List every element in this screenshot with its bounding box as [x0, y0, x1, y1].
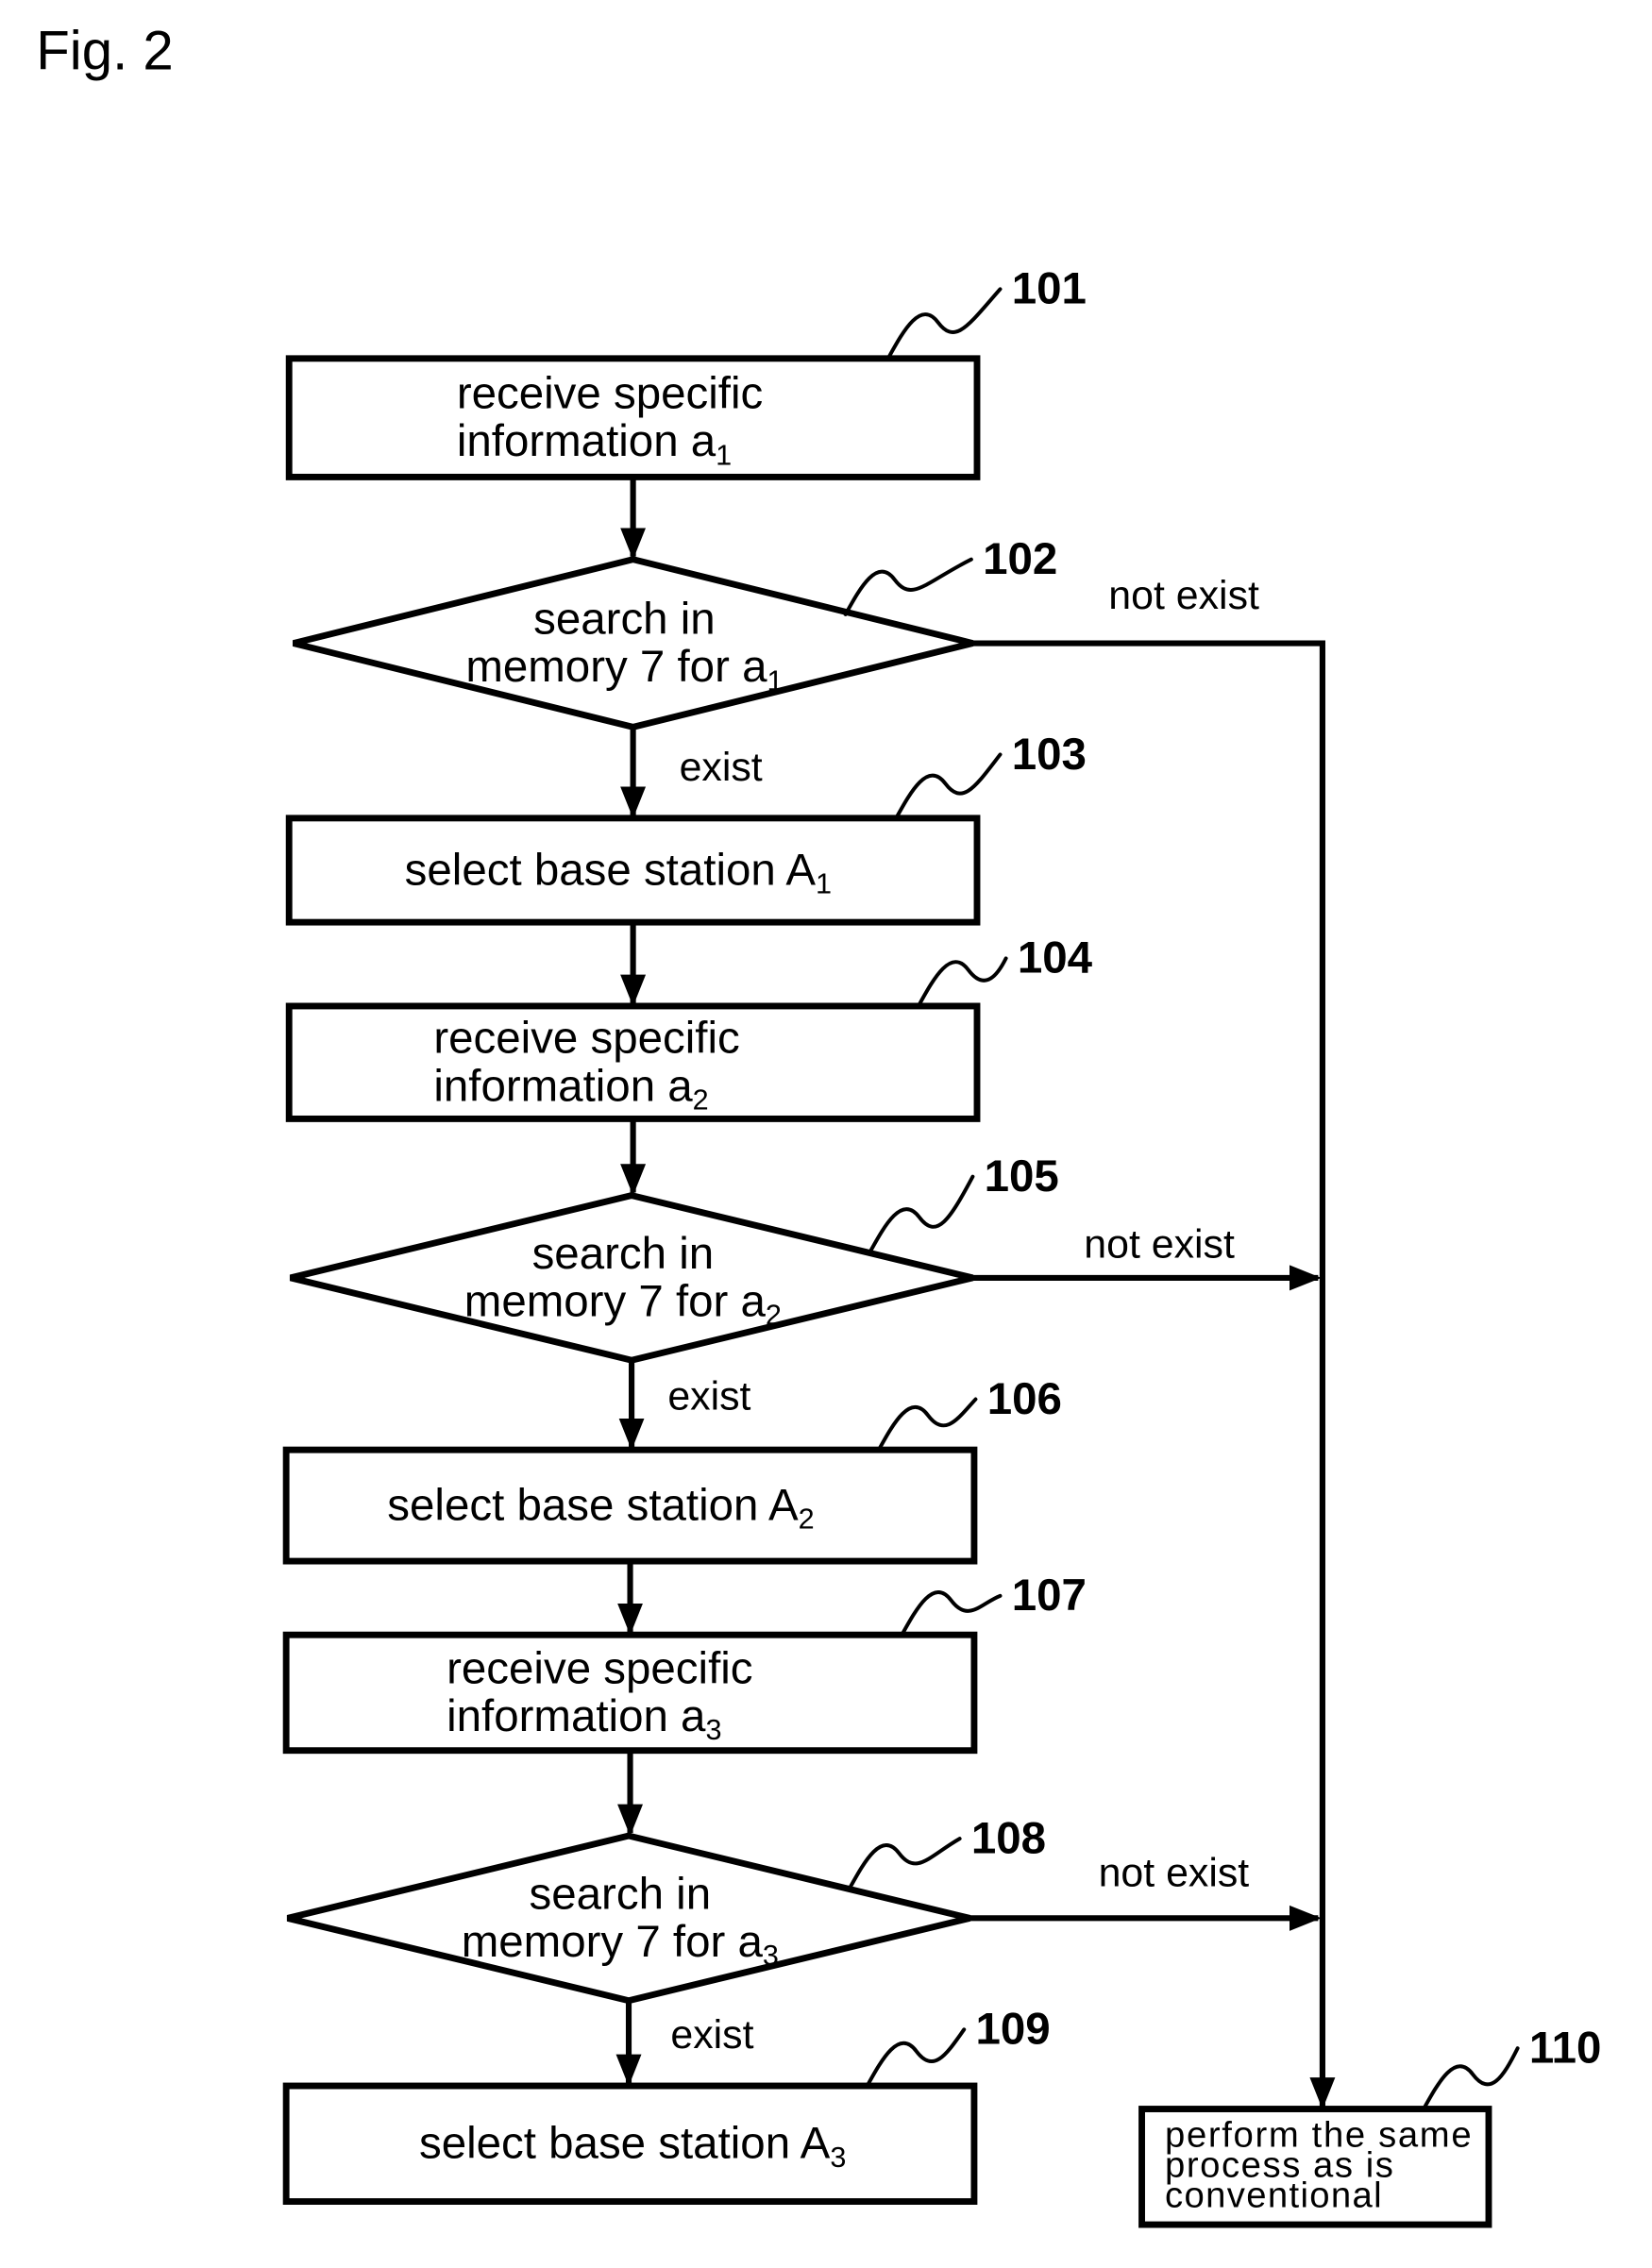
- leader-squiggle-icon: [917, 956, 1008, 1007]
- reference-numeral: 109: [975, 2005, 1050, 2055]
- leader-squiggle-icon: [886, 287, 1003, 360]
- text-segment: receive specific: [433, 1014, 739, 1064]
- step-text-line: information a1: [457, 416, 732, 471]
- text-segment: information a: [457, 416, 716, 466]
- step-text-line: search in: [533, 595, 716, 645]
- subscript: 1: [767, 664, 783, 697]
- edge-label-exist: exist: [670, 2012, 753, 2058]
- text-segment: search in: [533, 595, 716, 645]
- text-segment: memory 7 for a: [465, 642, 767, 692]
- step-text-line: receive specific: [457, 369, 763, 419]
- text-segment: search in: [530, 1869, 712, 1919]
- process-step-109: select base station A3 109: [282, 2005, 1051, 2205]
- edge-label-exist: exist: [680, 745, 763, 790]
- subscript: 2: [799, 1504, 815, 1536]
- reference-numeral: 103: [1012, 730, 1087, 780]
- text-segment: information a: [433, 1061, 693, 1111]
- reference-numeral: 106: [987, 1374, 1062, 1424]
- step-text-line: memory 7 for a3: [462, 1917, 779, 1972]
- edge-label-not-exist: not exist: [1084, 1221, 1235, 1267]
- step-text-line: select base station A1: [405, 845, 832, 899]
- leader-squiggle-icon: [843, 557, 973, 616]
- text-segment: select base station A: [387, 1480, 799, 1530]
- flowchart-figure: Fig. 2 receive specificinformation a1101…: [36, 21, 1602, 2228]
- decision-step-102: search inmemory 7 for a1 102: [292, 534, 1057, 731]
- text-segment: receive specific: [447, 1643, 752, 1693]
- text-segment: search in: [532, 1229, 715, 1279]
- text-segment: select base station A: [405, 845, 817, 895]
- reference-numeral: 110: [1529, 2024, 1602, 2074]
- text-segment: conventional: [1165, 2176, 1382, 2216]
- text-segment: information a: [447, 1691, 706, 1741]
- nodes-layer: receive specificinformation a1101search …: [282, 264, 1602, 2228]
- subscript: 2: [766, 1300, 782, 1332]
- step-text-line: search in: [530, 1869, 712, 1919]
- leader-squiggle-icon: [848, 1837, 962, 1890]
- subscript: 3: [763, 1940, 779, 1972]
- process-step-107: receive specificinformation a3 107: [282, 1571, 1087, 1755]
- leader-squiggle-icon: [876, 1397, 978, 1453]
- reference-numeral: 104: [1018, 933, 1093, 983]
- step-text-line: memory 7 for a1: [465, 642, 783, 697]
- leader-squiggle-icon: [1422, 2046, 1520, 2111]
- step-text-line: select base station A2: [387, 1480, 814, 1535]
- text-segment: receive specific: [457, 369, 763, 419]
- step-text-line: memory 7 for a2: [464, 1276, 782, 1331]
- edge-label-not-exist: not exist: [1099, 1851, 1250, 1896]
- step-text-line: receive specific: [433, 1014, 739, 1064]
- reference-numeral: 107: [1012, 1571, 1087, 1621]
- subscript: 3: [830, 2142, 846, 2174]
- leader-squiggle-icon: [900, 1590, 1003, 1638]
- decision-step-105: search inmemory 7 for a2 105: [289, 1151, 1059, 1364]
- leader-squiggle-icon: [894, 752, 1003, 820]
- process-step-101: receive specificinformation a1 101: [285, 264, 1087, 480]
- step-text-line: information a3: [447, 1691, 721, 1746]
- subscript: 2: [693, 1084, 709, 1116]
- text-segment: memory 7 for a: [462, 1917, 764, 1967]
- leader-squiggle-icon: [865, 2027, 967, 2089]
- decision-step-108: search inmemory 7 for a3 108: [286, 1813, 1046, 2005]
- subscript: 1: [716, 439, 732, 471]
- text-segment: select base station A: [419, 2119, 831, 2169]
- edge-label-exist: exist: [667, 1373, 750, 1419]
- leader-squiggle-icon: [868, 1174, 975, 1254]
- reference-numeral: 105: [985, 1151, 1059, 1201]
- figure-title: Fig. 2: [36, 21, 173, 82]
- process-step-110: perform the sameprocess as isconventiona…: [1138, 2024, 1602, 2228]
- edge-label-not-exist: not exist: [1108, 573, 1259, 618]
- reference-numeral: 108: [971, 1813, 1046, 1863]
- step-text-line: select base station A3: [419, 2119, 846, 2174]
- reference-numeral: 102: [983, 534, 1057, 584]
- reference-numeral: 101: [1012, 264, 1087, 314]
- subscript: 1: [816, 867, 832, 899]
- step-text-line: conventional: [1165, 2176, 1382, 2216]
- process-step-104: receive specificinformation a2 104: [285, 933, 1093, 1122]
- step-text-line: information a2: [433, 1061, 708, 1116]
- step-text-line: search in: [532, 1229, 715, 1279]
- step-text-line: receive specific: [447, 1643, 752, 1693]
- subscript: 3: [705, 1714, 721, 1746]
- text-segment: memory 7 for a: [464, 1276, 767, 1326]
